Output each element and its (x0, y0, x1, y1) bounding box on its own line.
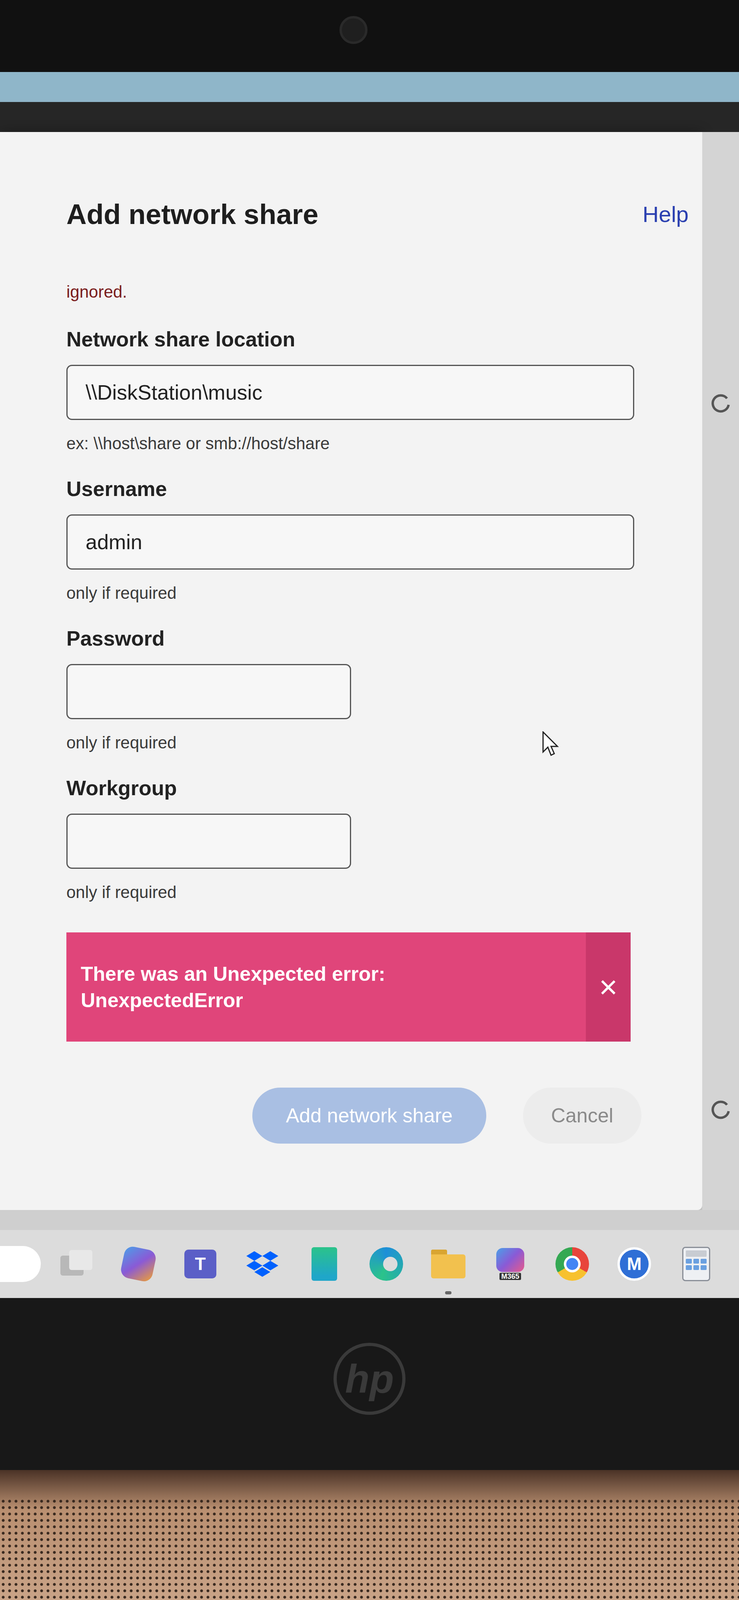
error-banner: There was an Unexpected error:Unexpected… (66, 932, 631, 1042)
cancel-button[interactable]: Cancel (523, 1087, 642, 1144)
help-link[interactable]: Help (642, 197, 689, 232)
share-note: ignored. (66, 281, 649, 303)
form-field: Password only if required (66, 625, 649, 753)
m-app-icon[interactable]: M (614, 1243, 655, 1284)
keyboard-deck (0, 1469, 739, 1600)
speaker-grille (0, 1497, 739, 1600)
add-network-share-dialog: Add network share Help ignored. Network sha… (0, 131, 703, 1210)
error-message: There was an Unexpected error: (80, 960, 586, 987)
form-field: Workgroup only if required (66, 775, 649, 903)
field-hint: only if required (66, 582, 649, 604)
field-label: Network share location (66, 326, 649, 352)
refresh-icon[interactable] (709, 1098, 732, 1121)
text-input[interactable]: admin (66, 514, 635, 570)
field-hint: only if required (66, 881, 649, 903)
error-close-button[interactable]: × (585, 932, 631, 1042)
edge-icon[interactable] (366, 1243, 407, 1284)
file-explorer-icon[interactable] (428, 1243, 469, 1284)
dialog-title: Add network share (66, 197, 319, 232)
photo: Add network share Help ignored. Network sha… (0, 0, 739, 1600)
app-icon[interactable] (304, 1243, 345, 1284)
text-input[interactable] (66, 813, 352, 869)
dropbox-icon[interactable] (242, 1243, 283, 1284)
m365-icon[interactable]: M365 (490, 1243, 531, 1284)
camera-icon (339, 15, 368, 44)
add-network-share-button[interactable]: Add network share (252, 1087, 487, 1144)
top-bezel (0, 0, 739, 72)
bottom-bezel: hp (0, 1297, 739, 1470)
field-hint: ex: \\host\share or smb://host/share (66, 433, 649, 454)
dropbox-logo-icon (246, 1249, 279, 1279)
search-box[interactable] (0, 1245, 41, 1282)
calculator-icon[interactable] (676, 1243, 717, 1284)
error-code: UnexpectedError (80, 986, 586, 1014)
backdrop-band (0, 101, 739, 132)
refresh-icon[interactable] (709, 391, 732, 415)
teams-icon[interactable]: T (180, 1243, 221, 1284)
screen: Add network share Help ignored. Network sha… (0, 71, 739, 1298)
background-window (702, 131, 739, 1210)
copilot-icon[interactable] (118, 1243, 159, 1284)
form-field: Username admin only if required (66, 476, 649, 604)
chrome-icon[interactable] (552, 1243, 593, 1284)
text-input[interactable]: \\DiskStation\music (66, 364, 635, 420)
mouse-cursor-icon (542, 731, 562, 759)
text-input[interactable] (66, 663, 352, 720)
task-view-icon[interactable] (56, 1243, 97, 1284)
form-field: Network share location \\DiskStation\musi… (66, 326, 649, 454)
field-label: Username (66, 476, 649, 502)
hp-logo: hp (333, 1342, 406, 1415)
taskbar: T M365 M (0, 1229, 739, 1298)
field-label: Password (66, 625, 649, 651)
field-hint: only if required (66, 732, 649, 753)
field-label: Workgroup (66, 775, 649, 801)
title-strip (0, 71, 739, 102)
running-indicator (445, 1290, 452, 1295)
